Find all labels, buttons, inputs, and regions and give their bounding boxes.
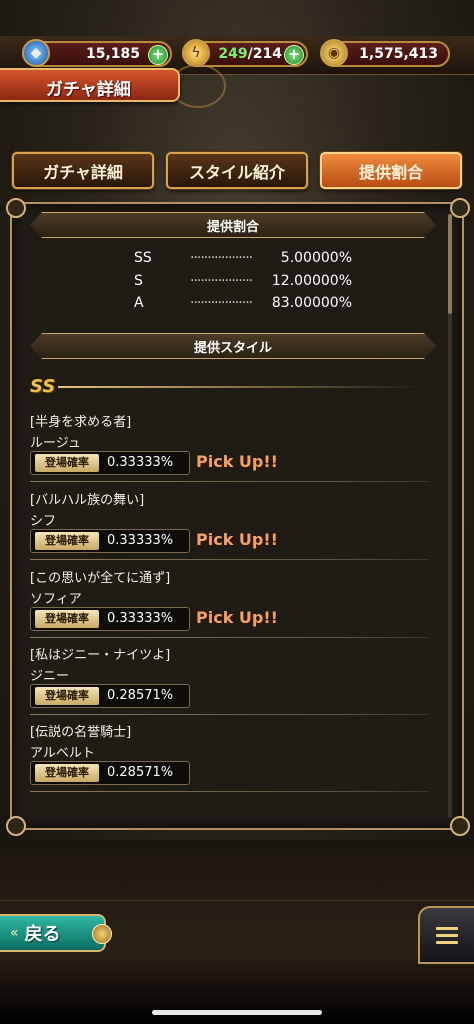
divider — [30, 791, 428, 792]
rate-percent: 12.00000% — [271, 273, 352, 289]
hamburger-menu-icon — [436, 940, 458, 944]
rate-percent: 83.00000% — [271, 295, 352, 311]
panel-corner-ornament — [450, 198, 470, 218]
rank-label: A — [134, 295, 144, 311]
stamina-current: 249 — [218, 46, 248, 62]
home-indicator[interactable] — [152, 1010, 322, 1015]
page-title: ガチャ詳細 — [46, 80, 131, 100]
ss-divider — [58, 386, 422, 388]
rate-label: 登場確率 — [35, 532, 99, 550]
rate-value: 0.33333% — [107, 533, 174, 548]
rate-label: 登場確率 — [35, 764, 99, 782]
coin-icon: ◉ — [320, 39, 348, 67]
ornament-icon — [92, 924, 112, 944]
style-epithet: [この思いが全てに通ず] — [30, 571, 171, 586]
scrollbar-thumb[interactable] — [448, 214, 452, 314]
pickup-label: Pick Up!! — [196, 530, 278, 549]
character-name: ルージュ — [30, 436, 81, 451]
pickup-label: Pick Up!! — [196, 608, 278, 627]
lightning-icon: ϟ — [182, 39, 210, 67]
style-epithet: [半身を求める者] — [30, 415, 132, 430]
dot-leader: ·················· — [190, 295, 253, 311]
menu-button[interactable] — [418, 906, 474, 964]
appearance-rate-badge: 登場確率 0.33333% — [30, 529, 190, 553]
rate-label: 登場確率 — [35, 610, 99, 628]
list-item: [この思いが全てに通ず] ソフィア 登場確率 0.33333% Pick Up!… — [30, 567, 430, 645]
gold-count: 1,575,413 — [359, 46, 438, 62]
bottom-divider — [0, 900, 474, 901]
panel-corner-ornament — [6, 816, 26, 836]
character-name: アルベルト — [30, 746, 95, 761]
divider — [30, 481, 428, 482]
style-epithet: [私はジニー・ナイツよ] — [30, 648, 171, 663]
styles-section-header: 提供スタイル — [30, 333, 436, 359]
rank-label: S — [134, 273, 143, 289]
list-item: [バルハル族の舞い] シフ 登場確率 0.33333% Pick Up!! — [30, 489, 430, 567]
rate-value: 0.33333% — [107, 455, 174, 470]
tab-style-intro[interactable]: スタイル紹介 — [166, 152, 308, 189]
back-button[interactable]: « 戻る — [0, 914, 106, 952]
divider — [30, 714, 428, 715]
appearance-rate-badge: 登場確率 0.33333% — [30, 607, 190, 631]
gem-count: 15,185 — [85, 46, 140, 62]
list-item: [私はジニー・ナイツよ] ジニー 登場確率 0.28571% — [30, 644, 430, 722]
character-name: ソフィア — [30, 592, 82, 607]
page-title-badge: ガチャ詳細 — [0, 68, 180, 102]
stamina-max: /214 — [247, 46, 282, 62]
pickup-label: Pick Up!! — [196, 452, 278, 471]
divider — [30, 637, 428, 638]
character-name: ジニー — [30, 669, 70, 684]
add-stamina-button[interactable]: + — [284, 45, 304, 65]
hamburger-menu-icon — [436, 926, 458, 930]
rate-value: 0.28571% — [107, 765, 174, 780]
stamina-counter: ϟ 249/214 + — [182, 39, 308, 67]
style-epithet: [バルハル族の舞い] — [30, 493, 145, 508]
gold-counter: ◉ 1,575,413 — [320, 39, 450, 67]
double-chevron-left-icon: « — [10, 925, 19, 941]
gem-icon: ◆ — [22, 39, 50, 67]
rate-label: 登場確率 — [35, 454, 99, 472]
add-gems-button[interactable]: + — [148, 45, 168, 65]
rate-label: 登場確率 — [35, 687, 99, 705]
rank-label: SS — [134, 250, 152, 266]
divider — [30, 559, 428, 560]
ss-rank-icon: SS — [30, 376, 56, 397]
rates-section-header: 提供割合 — [30, 212, 436, 238]
rate-percent: 5.00000% — [280, 250, 352, 266]
appearance-rate-badge: 登場確率 0.28571% — [30, 684, 190, 708]
list-item: [伝説の名誉騎士] アルベルト 登場確率 0.28571% — [30, 721, 430, 799]
rate-value: 0.33333% — [107, 611, 174, 626]
panel-corner-ornament — [450, 816, 470, 836]
back-button-label: 戻る — [24, 924, 61, 945]
panel-corner-ornament — [6, 198, 26, 218]
style-epithet: [伝説の名誉騎士] — [30, 725, 132, 740]
tab-provision-rates[interactable]: 提供割合 — [320, 152, 462, 189]
rate-value: 0.28571% — [107, 688, 174, 703]
tab-gacha-details[interactable]: ガチャ詳細 — [12, 152, 154, 189]
appearance-rate-badge: 登場確率 0.28571% — [30, 761, 190, 785]
hamburger-menu-icon — [436, 933, 458, 937]
list-item: [半身を求める者] ルージュ 登場確率 0.33333% Pick Up!! — [30, 411, 430, 489]
gem-counter: ◆ 15,185 + — [22, 39, 172, 67]
appearance-rate-badge: 登場確率 0.33333% — [30, 451, 190, 475]
dot-leader: ·················· — [190, 273, 253, 289]
character-name: シフ — [30, 514, 57, 529]
stamina-value: 249/214 — [218, 46, 282, 62]
dot-leader: ·················· — [190, 250, 253, 266]
